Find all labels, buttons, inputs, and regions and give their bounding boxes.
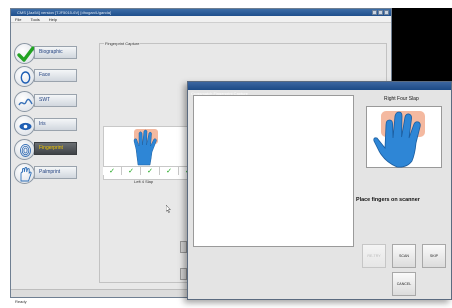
right-hand-guide (366, 106, 442, 168)
scan-button[interactable]: SCAN (392, 244, 416, 268)
menu-tools[interactable]: Tools (30, 16, 39, 23)
sidebar-item-swt[interactable]: SWT (14, 91, 78, 112)
retry-button[interactable]: RE-TRY (362, 244, 386, 268)
sidebar-item-label: Biographic (34, 46, 77, 59)
instruction-text: Place fingers on scanner (356, 197, 420, 203)
black-region (392, 8, 452, 81)
sidebar-item-label: SWT (34, 94, 77, 107)
main-titlebar: CMS [Jaz54] version [TJF5015-6V] [dhogan… (11, 9, 391, 16)
right-hand-icon (373, 111, 425, 168)
cancel-button[interactable]: CANCEL (392, 272, 416, 296)
sidebar-item-label: Fingerprint (34, 142, 77, 155)
maximize-button[interactable] (378, 10, 383, 15)
sidebar-item-fingerprint[interactable]: Fingerprint (14, 139, 78, 160)
finger-check-icon: ✓ (141, 167, 160, 175)
hand-icon (14, 163, 35, 184)
sidebar-item-biographic[interactable]: Biographic (14, 43, 78, 64)
eye-icon (14, 115, 35, 136)
menu-bar: File Tools Help (11, 16, 391, 23)
sidebar-item-label: Face (34, 69, 77, 82)
signature-icon (14, 91, 35, 112)
hidden-button-stub[interactable] (180, 268, 187, 280)
check-icon (14, 43, 35, 64)
menu-help[interactable]: Help (49, 16, 57, 23)
menu-file[interactable]: File (15, 16, 21, 23)
sidebar-item-label: Iris (34, 118, 77, 131)
mouse-cursor-icon (165, 200, 171, 218)
finger-status-strip: ✓ ✓ ✓ ✓ ✓ (103, 166, 198, 175)
hidden-button-stub[interactable] (180, 241, 187, 253)
sidebar-item-face[interactable]: Face (14, 66, 78, 87)
crossmatch-capture-dialog: Crossmatch Fingerprint Capture Right Fou… (187, 81, 452, 300)
face-icon (14, 66, 35, 87)
capture-panel-legend: Fingerprint Capture (104, 41, 141, 46)
left-four-slap-label: Left 4 Slap (134, 179, 154, 184)
sidebar-item-label: Palmprint (34, 166, 77, 179)
left-hand-icon (133, 129, 158, 166)
sidebar-item-iris[interactable]: Iris (14, 115, 78, 136)
close-button[interactable] (384, 10, 389, 15)
right-four-slap-label: Right Four Slap (384, 96, 419, 102)
scanner-preview-area (193, 95, 354, 247)
finger-check-icon: ✓ (122, 167, 141, 175)
minimize-button[interactable] (372, 10, 377, 15)
skip-button[interactable]: SKIP (422, 244, 446, 268)
main-window-title: CMS [Jaz54] version [TJF5015-6V] [dhogan… (17, 10, 112, 15)
finger-check-icon: ✓ (103, 167, 122, 175)
dialog-titlebar: Crossmatch Fingerprint Capture (188, 82, 451, 96)
finger-check-icon: ✓ (160, 167, 179, 175)
sidebar-item-palmprint[interactable]: Palmprint (14, 163, 78, 184)
fingerprint-icon (14, 139, 35, 160)
